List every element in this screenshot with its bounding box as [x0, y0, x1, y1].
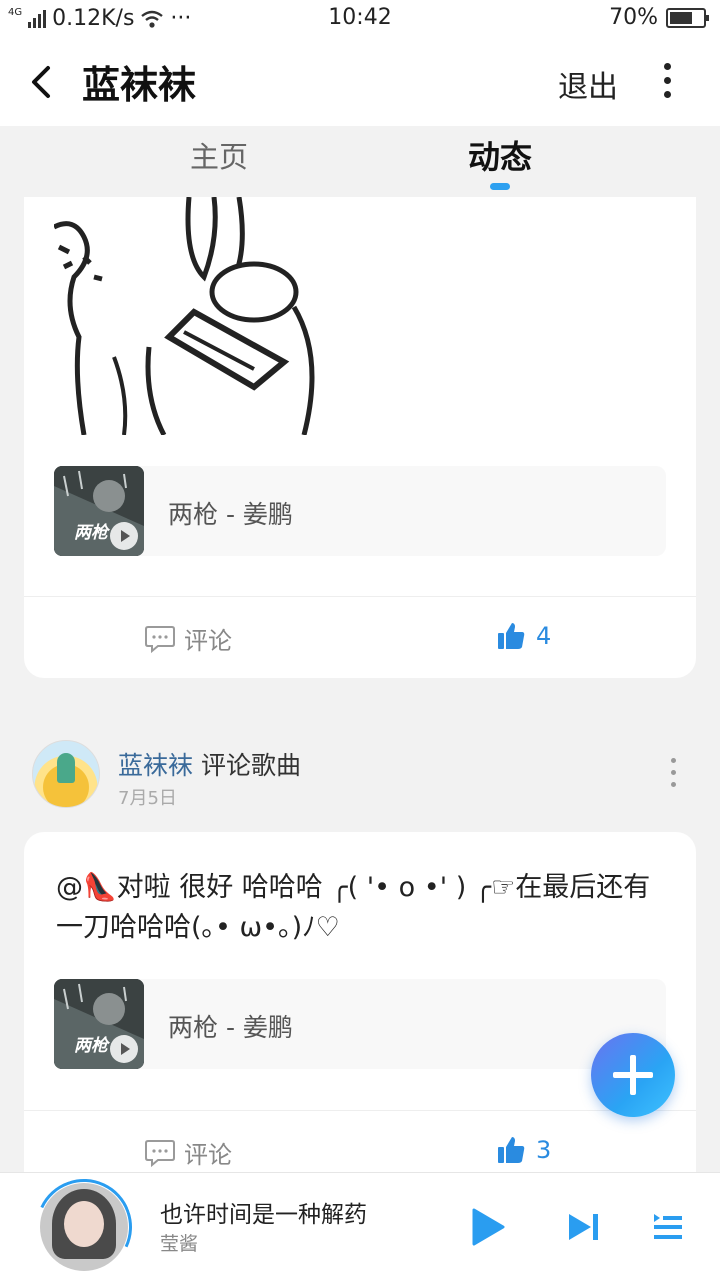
dot: [670, 782, 676, 787]
cover-text: 两枪: [74, 523, 108, 543]
user-line: 蓝袜袜 评论歌曲: [118, 746, 301, 782]
profile-tabs: 主页 动态: [0, 126, 720, 198]
next-button[interactable]: [566, 1211, 602, 1243]
like-button[interactable]: 3: [496, 1135, 551, 1165]
song-title: 两枪 - 姜鹏: [168, 1013, 293, 1042]
like-count: 3: [536, 1136, 552, 1164]
comment-button[interactable]: 评论: [144, 621, 232, 656]
cover-text: 两枪: [74, 1036, 108, 1056]
play-overlay-icon[interactable]: [110, 1035, 138, 1063]
play-icon: [472, 1208, 505, 1246]
play-overlay-icon[interactable]: [110, 522, 138, 550]
add-post-button[interactable]: [591, 1033, 675, 1117]
comment-icon: [145, 625, 175, 653]
comment-button[interactable]: 评论: [144, 1135, 232, 1170]
user-name[interactable]: 蓝袜袜: [118, 751, 193, 780]
logout-button[interactable]: 退出: [558, 62, 618, 106]
post-action: 评论歌曲: [200, 751, 301, 780]
battery-fill: [670, 11, 693, 24]
tab-feed[interactable]: 动态: [468, 132, 532, 178]
player-title: 也许时间是一种解药: [160, 1202, 367, 1228]
thumbs-up-icon: [498, 623, 525, 649]
player-artist: 莹酱: [160, 1233, 199, 1255]
comment-icon: [145, 1139, 175, 1167]
song-attachment[interactable]: 两枪 两枪 - 姜鹏: [54, 979, 666, 1069]
rabbit-sticker-image: [54, 197, 315, 435]
avatar[interactable]: [32, 740, 100, 808]
post-image[interactable]: [54, 197, 324, 435]
more-button[interactable]: [652, 58, 682, 108]
like-button[interactable]: 4: [496, 621, 551, 651]
post-date: 7月5日: [118, 788, 177, 809]
page-title: 蓝袜袜: [82, 63, 197, 107]
app-header: 蓝袜袜 退出: [0, 38, 720, 126]
song-cover[interactable]: 两枪: [54, 979, 144, 1069]
action-bar: 评论 4: [24, 596, 696, 678]
dot: [663, 91, 671, 98]
battery-percent: 70%: [609, 5, 658, 30]
dot: [670, 770, 676, 775]
item-more-button[interactable]: [666, 758, 680, 794]
playlist-button[interactable]: [652, 1211, 684, 1243]
song-title: 两枪 - 姜鹏: [168, 500, 293, 529]
song-attachment[interactable]: 两枪 两枪 - 姜鹏: [54, 466, 666, 556]
tab-home[interactable]: 主页: [190, 134, 248, 176]
progress-ring: [22, 1165, 146, 1280]
dot: [663, 77, 671, 84]
tab-indicator: [490, 183, 510, 190]
comment-label: 评论: [184, 627, 232, 655]
vertical-dots-icon: [663, 63, 671, 70]
battery-icon: [666, 7, 709, 28]
post-text: @👠对啦 很好 哈哈哈 ╭( '• o •' ) ╭☞在最后还有一刀哈哈哈(｡•…: [56, 872, 651, 943]
feed-card[interactable]: 两枪 两枪 - 姜鹏 评论 4: [24, 197, 696, 678]
avatar-figure: [57, 753, 75, 783]
thumbs-up-icon: [498, 1137, 525, 1163]
play-button[interactable]: [470, 1207, 506, 1247]
skip-next-icon: [569, 1214, 598, 1240]
vertical-dots-icon: [670, 758, 676, 763]
back-button[interactable]: [22, 56, 62, 108]
playlist-icon: [654, 1214, 682, 1239]
chevron-left-icon: [32, 66, 50, 98]
feed-item-header: 蓝袜袜 评论歌曲 7月5日: [0, 738, 720, 818]
mini-player[interactable]: 也许时间是一种解药 莹酱: [0, 1165, 720, 1280]
status-bar: 4G 0.12K/s ··· 10:42 70%: [0, 0, 720, 38]
comment-label: 评论: [184, 1141, 232, 1169]
like-count: 4: [536, 622, 552, 650]
status-right: 70%: [609, 5, 709, 30]
song-cover[interactable]: 两枪: [54, 466, 144, 556]
